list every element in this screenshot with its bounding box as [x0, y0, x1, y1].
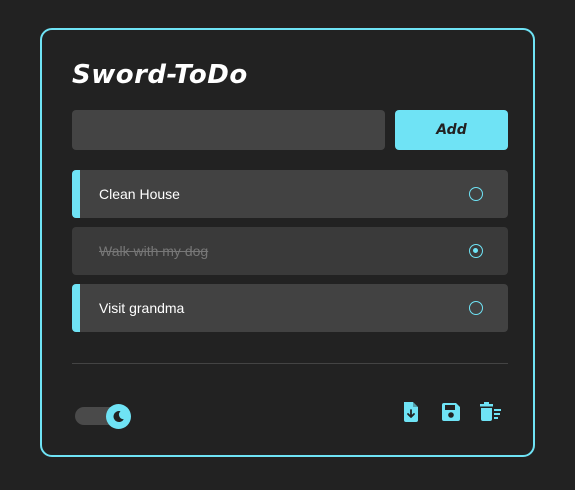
- todo-card: Sword-ToDo Add Clean House Walk with my …: [40, 28, 535, 457]
- add-button[interactable]: Add: [395, 110, 508, 150]
- todo-text: Visit grandma: [99, 300, 185, 316]
- save-button[interactable]: [440, 401, 460, 423]
- app-title: Sword-ToDo: [72, 60, 248, 90]
- complete-toggle[interactable]: [469, 301, 483, 315]
- check-dot-icon: [473, 248, 478, 253]
- footer-actions: [401, 401, 501, 423]
- moon-icon: [113, 410, 124, 422]
- todo-item[interactable]: Visit grandma: [72, 284, 508, 332]
- todo-item[interactable]: Walk with my dog: [72, 227, 508, 275]
- download-button[interactable]: [401, 401, 421, 423]
- complete-toggle[interactable]: [469, 187, 483, 201]
- toggle-knob: [106, 404, 131, 429]
- divider: [72, 363, 508, 364]
- todo-list: Clean House Walk with my dog Visit grand…: [72, 170, 508, 341]
- save-icon: [442, 403, 460, 421]
- accent-bar: [72, 284, 80, 332]
- todo-text: Clean House: [99, 186, 180, 202]
- accent-bar: [72, 170, 80, 218]
- todo-item[interactable]: Clean House: [72, 170, 508, 218]
- complete-toggle[interactable]: [469, 244, 483, 258]
- todo-text: Walk with my dog: [99, 243, 209, 259]
- theme-toggle[interactable]: [75, 404, 135, 429]
- clear-list-icon: [480, 402, 501, 421]
- todo-input[interactable]: [72, 110, 385, 150]
- clear-list-button[interactable]: [479, 401, 501, 423]
- file-download-icon: [404, 402, 418, 422]
